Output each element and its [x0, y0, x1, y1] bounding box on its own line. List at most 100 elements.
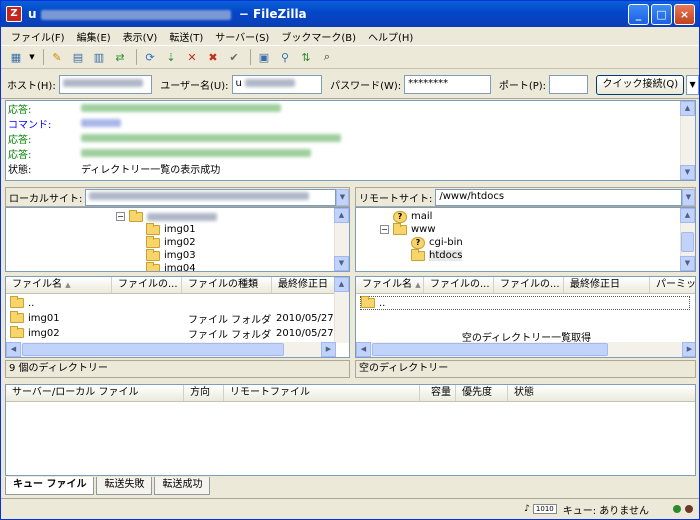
log-scrollbar[interactable]: ▲ ▼ — [680, 101, 695, 180]
local-file-row[interactable]: .. — [10, 296, 336, 310]
speed-limit-icon[interactable]: ♪ — [524, 504, 530, 514]
local-file-row[interactable]: img02 ファイル フォルダ 2010/05/27 — [10, 326, 336, 341]
toolbar-separator — [43, 49, 44, 65]
menu-help[interactable]: ヘルプ(H) — [362, 29, 419, 44]
scroll-down-icon[interactable]: ▼ — [680, 165, 695, 180]
scroll-right-icon[interactable]: ▶ — [321, 342, 336, 357]
remote-path-dropdown-icon[interactable]: ▼ — [682, 188, 695, 206]
tab-queued-files[interactable]: キュー ファイル — [5, 477, 95, 495]
column-priority[interactable]: 優先度 — [456, 385, 508, 401]
log-row: 応答: — [6, 101, 695, 116]
toggle-remote-tree-icon[interactable]: ▥ — [90, 48, 108, 66]
remote-tree-scrollbar[interactable]: ▲ ▼ — [680, 208, 695, 271]
remote-tree-item[interactable]: − www — [380, 222, 436, 236]
local-tree-item[interactable]: img02 — [146, 235, 196, 249]
transfer-queue[interactable]: サーバー/ローカル ファイル 方向 リモートファイル 容量 優先度 状態 — [5, 384, 696, 476]
local-tree-item[interactable]: img01 — [146, 222, 196, 236]
minimize-button[interactable]: _ — [628, 4, 649, 25]
column-filesize[interactable]: ファイルの... — [424, 277, 494, 293]
synchronized-browsing-icon[interactable]: ⇅ — [297, 48, 315, 66]
column-filename[interactable]: ファイル名 ▲ — [356, 277, 424, 293]
site-manager-icon[interactable]: ▦ — [7, 48, 25, 66]
scroll-up-icon[interactable]: ▲ — [680, 208, 695, 223]
local-path-input[interactable] — [85, 188, 336, 206]
scroll-down-icon[interactable]: ▼ — [334, 256, 349, 271]
tab-successful-transfers[interactable]: 転送成功 — [154, 477, 211, 495]
remote-file-list[interactable]: ファイル名 ▲ ファイルの... ファイルの... 最終修正日 パーミッ .. … — [355, 276, 696, 358]
refresh-icon[interactable]: ⟳ — [141, 48, 159, 66]
title-bar[interactable]: Z u − FileZilla _ □ × — [1, 1, 699, 27]
column-remote-file[interactable]: リモートファイル — [224, 385, 420, 401]
message-log[interactable]: 応答: コマンド: 応答: 応答: 状態: ディレクトリー一覧の表示成功 ▲ ▼ — [5, 100, 696, 181]
local-path-dropdown-icon[interactable]: ▼ — [336, 188, 349, 206]
local-tree-scrollbar[interactable]: ▲ ▼ — [334, 208, 349, 271]
scroll-up-icon[interactable]: ▲ — [334, 208, 349, 223]
collapse-icon[interactable]: − — [380, 225, 389, 234]
host-input[interactable] — [58, 75, 153, 94]
reconnect-icon[interactable]: ✔ — [225, 48, 243, 66]
menu-server[interactable]: サーバー(S) — [209, 29, 275, 44]
column-server-local-file[interactable]: サーバー/ローカル ファイル — [6, 385, 184, 401]
column-filesize[interactable]: ファイルの... — [112, 277, 182, 293]
compare-directories-icon[interactable]: ⚲ — [276, 48, 294, 66]
scroll-down-icon[interactable]: ▼ — [680, 256, 695, 271]
scroll-thumb[interactable] — [681, 232, 694, 252]
local-file-list[interactable]: ファイル名 ▲ ファイルの... ファイルの種類 最終修正日 .. img01 フ… — [5, 276, 350, 358]
scroll-thumb[interactable] — [372, 343, 608, 356]
column-direction[interactable]: 方向 — [184, 385, 224, 401]
password-input[interactable]: ******** — [404, 75, 491, 94]
column-modified[interactable]: 最終修正日 — [564, 277, 650, 293]
column-filename[interactable]: ファイル名 ▲ — [6, 277, 112, 293]
remote-tree-item[interactable]: ? mail — [393, 210, 432, 223]
quickconnect-button[interactable]: クイック接続(Q) — [596, 74, 685, 95]
scroll-up-icon[interactable]: ▲ — [334, 277, 349, 292]
local-tree-item[interactable]: img04 — [146, 261, 196, 271]
binary-mode-icon[interactable]: 1010 — [532, 504, 557, 514]
menu-view[interactable]: 表示(V) — [117, 29, 164, 44]
column-size[interactable]: 容量 — [420, 385, 456, 401]
menu-edit[interactable]: 編集(E) — [71, 29, 117, 44]
menu-bookmarks[interactable]: ブックマーク(B) — [275, 29, 362, 44]
remote-file-hscrollbar[interactable]: ◀ ▶ — [356, 342, 695, 357]
cancel-operation-icon[interactable]: ✕ — [183, 48, 201, 66]
process-queue-icon[interactable]: ⇣ — [162, 48, 180, 66]
remote-file-row[interactable]: .. — [360, 296, 690, 310]
directory-listing-filter-icon[interactable]: ▣ — [255, 48, 273, 66]
column-status[interactable]: 状態 — [508, 385, 695, 401]
tab-failed-transfers[interactable]: 転送失敗 — [96, 477, 153, 495]
local-tree[interactable]: − img01 img02 img03 img04 ▲ ▼ — [5, 207, 350, 272]
file-date: 2010/05/27 — [276, 312, 334, 324]
close-button[interactable]: × — [674, 4, 695, 25]
scroll-thumb[interactable] — [22, 343, 284, 356]
local-file-scrollbar[interactable]: ▲ — [334, 277, 349, 343]
column-permissions[interactable]: パーミッ — [650, 277, 695, 293]
quickconnect-dropdown-icon[interactable]: ▼ — [686, 74, 699, 95]
maximize-button[interactable]: □ — [651, 4, 672, 25]
remote-tree-item[interactable]: ? cgi-bin — [411, 236, 463, 249]
column-filetype[interactable]: ファイルの... — [494, 277, 564, 293]
menu-transfer[interactable]: 転送(T) — [163, 29, 209, 44]
site-manager-dropdown-icon[interactable]: ▼ — [28, 48, 36, 66]
remote-tree-item-selected[interactable]: htdocs — [411, 248, 463, 262]
collapse-icon[interactable]: − — [116, 212, 125, 221]
toggle-queue-icon[interactable]: ⇄ — [111, 48, 129, 66]
local-tree-item[interactable]: img03 — [146, 248, 196, 262]
scroll-left-icon[interactable]: ◀ — [6, 342, 21, 357]
username-input[interactable]: u — [231, 75, 323, 94]
scroll-left-icon[interactable]: ◀ — [356, 342, 371, 357]
local-file-hscrollbar[interactable]: ◀ ▶ — [6, 342, 336, 357]
scroll-right-icon[interactable]: ▶ — [682, 342, 695, 357]
local-tree-parent[interactable]: − — [116, 209, 217, 223]
remote-tree[interactable]: ? mail − www ? cgi-bin htdocs ▲ ▼ — [355, 207, 696, 272]
port-input[interactable] — [549, 75, 589, 94]
toggle-log-icon[interactable]: ✎ — [48, 48, 66, 66]
column-modified[interactable]: 最終修正日 — [272, 277, 336, 293]
disconnect-icon[interactable]: ✖ — [204, 48, 222, 66]
search-remote-files-icon[interactable]: ⌕ — [318, 48, 336, 66]
column-filetype[interactable]: ファイルの種類 — [182, 277, 272, 293]
scroll-up-icon[interactable]: ▲ — [680, 101, 695, 116]
local-file-row[interactable]: img01 ファイル フォルダ 2010/05/27 — [10, 311, 336, 326]
menu-file[interactable]: ファイル(F) — [5, 29, 71, 44]
remote-path-input[interactable]: /www/htdocs — [435, 188, 682, 206]
toggle-local-tree-icon[interactable]: ▤ — [69, 48, 87, 66]
